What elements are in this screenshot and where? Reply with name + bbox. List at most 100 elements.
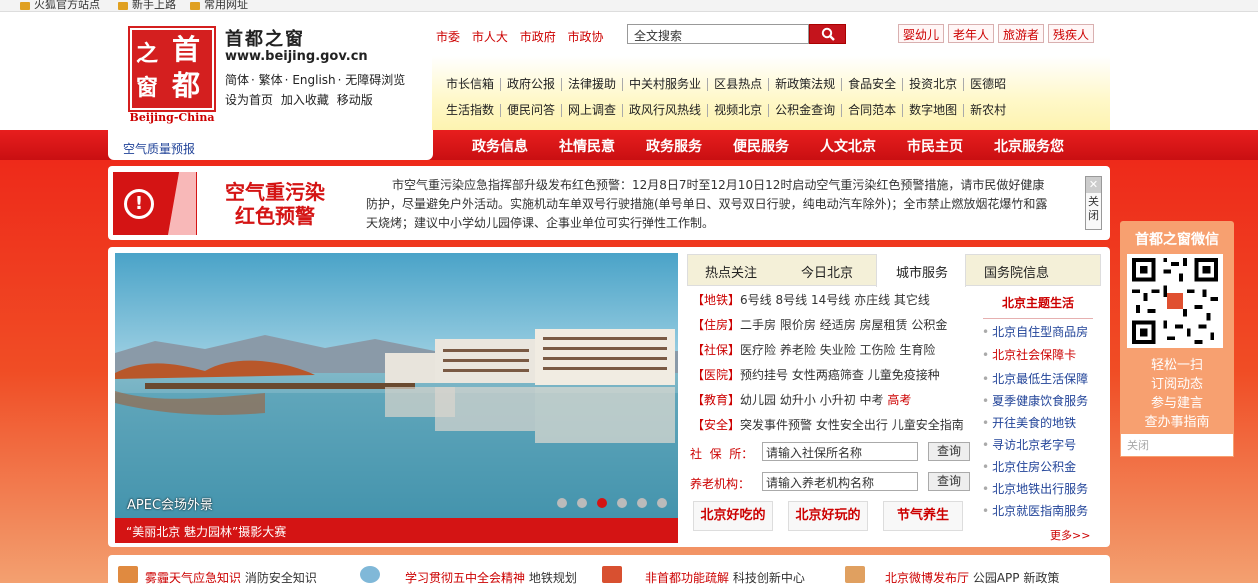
slide-dot-active[interactable] [597,498,607,508]
tab-city-services[interactable]: 城市服务 [896,262,948,281]
pill-food[interactable]: 北京好吃的 [693,501,773,531]
lang-simplified[interactable]: 简体 [225,73,249,87]
slide-dot[interactable] [617,498,627,508]
category-link[interactable]: 预约挂号 [740,368,788,382]
pill-fun[interactable]: 北京好玩的 [788,501,868,531]
bookmark-item[interactable]: 常用网址 [204,0,248,12]
quick-link[interactable]: 投资北京 [903,78,965,91]
lang-traditional[interactable]: 繁体 [259,73,283,87]
theme-item[interactable]: • 北京就医指南服务 [982,502,1088,519]
slide-dot[interactable] [577,498,587,508]
audience-infant[interactable]: 婴幼儿 [898,24,945,43]
category-link[interactable]: 其它线 [894,293,930,307]
search-input[interactable]: 全文搜索 [627,24,809,44]
mobile-version-link[interactable]: 移动版 [337,93,373,107]
category-link[interactable]: 小升初 [820,393,856,407]
air-quality-link[interactable]: 空气质量预报 [123,140,195,157]
category-link[interactable]: 突发事件预警 [740,418,812,432]
category-link[interactable]: 房屋租赁 [860,318,908,332]
quick-link[interactable]: 政府公报 [501,78,563,91]
theme-link[interactable]: 北京就医指南服务 [992,504,1088,518]
category-link[interactable]: 养老险 [780,343,816,357]
add-favorite-link[interactable]: 加入收藏 [281,93,329,107]
quick-link[interactable]: 新政策法规 [769,78,843,91]
category-link[interactable]: 亦庄线 [854,293,890,307]
category-link[interactable]: 医疗险 [740,343,776,357]
category-link[interactable]: 经适房 [820,318,856,332]
category-link[interactable]: 6号线 [740,293,772,307]
theme-item[interactable]: • 开往美食的地铁 [982,414,1076,431]
nav-sheqing-minyi[interactable]: 社情民意 [559,139,615,155]
quick-link[interactable]: 新农村 [964,104,1012,117]
theme-item[interactable]: • 寻访北京老字号 [982,436,1076,453]
quick-link[interactable]: 合同范本 [842,104,904,117]
lang-english[interactable]: English [292,73,335,87]
category-link[interactable]: 儿童免疫接种 [868,368,940,382]
set-homepage-link[interactable]: 设为首页 [225,93,273,107]
quick-link[interactable]: 生活指数 [444,104,502,117]
category-link[interactable]: 中考 [860,393,884,407]
shebao-query-button[interactable]: 查询 [928,442,970,461]
alert-close-button[interactable]: ✕ 关闭 [1085,176,1102,230]
category-link[interactable]: 幼儿园 [740,393,776,407]
nav-bianmin-fuwu[interactable]: 便民服务 [733,139,789,155]
audience-elderly[interactable]: 老年人 [948,24,995,43]
quick-link[interactable]: 便民问答 [501,104,563,117]
quick-link[interactable]: 网上调查 [562,104,624,117]
quick-link[interactable]: 数字地图 [903,104,965,117]
category-link[interactable]: 失业险 [820,343,856,357]
category-link[interactable]: 高考 [887,393,911,407]
wechat-close-button[interactable]: 关闭 [1120,433,1234,457]
theme-item[interactable]: • 北京地铁出行服务 [982,480,1088,497]
quick-link[interactable]: 食品安全 [842,78,904,91]
nav-shizhengxie[interactable]: 市政协 [568,30,604,44]
yanglao-query-button[interactable]: 查询 [928,472,970,491]
category-link[interactable]: 公积金 [911,318,947,332]
nav-renwen-beijing[interactable]: 人文北京 [820,139,876,155]
theme-item[interactable]: • 北京最低生活保障 [982,370,1088,387]
quick-link[interactable]: 医德昭 [964,78,1012,91]
theme-link[interactable]: 夏季健康饮食服务 [992,394,1088,408]
theme-link[interactable]: 北京住房公积金 [992,460,1076,474]
category-link[interactable]: 工伤险 [860,343,896,357]
theme-item[interactable]: • 夏季健康饮食服务 [982,392,1088,409]
nav-zhengwu-xinxi[interactable]: 政务信息 [472,139,528,155]
nav-shimin-zhuye[interactable]: 市民主页 [907,139,963,155]
theme-item[interactable]: • 北京社会保障卡 [982,346,1076,363]
theme-item[interactable]: • 北京自住型商品房 [982,323,1088,340]
quick-link[interactable]: 市长信箱 [444,78,502,91]
quick-link[interactable]: 政风行风热线 [623,104,709,117]
theme-link[interactable]: 北京地铁出行服务 [992,482,1088,496]
audience-disabled[interactable]: 残疾人 [1048,24,1095,43]
nav-shiwei[interactable]: 市委 [436,30,460,44]
quick-link[interactable]: 中关村服务业 [623,78,709,91]
theme-link[interactable]: 北京自住型商品房 [992,325,1088,339]
nav-zhengwu-fuwu[interactable]: 政务服务 [646,139,702,155]
tab-hot-topics[interactable]: 热点关注 [705,262,757,281]
bookmark-item[interactable]: 火狐官方站点 [34,0,100,12]
theme-link[interactable]: 开往美食的地铁 [992,416,1076,430]
theme-link[interactable]: 北京最低生活保障 [992,372,1088,386]
nav-beijing-fuwu[interactable]: 北京服务您 [994,139,1064,155]
theme-link[interactable]: 寻访北京老字号 [992,438,1076,452]
category-link[interactable]: 女性两癌筛查 [792,368,864,382]
slide-title-link[interactable]: “美丽北京 魅力园林”摄影大赛 [115,518,678,543]
audience-tourist[interactable]: 旅游者 [998,24,1045,43]
nav-shirenda[interactable]: 市人大 [472,30,508,44]
site-logo[interactable]: 之 首 窗 都 [128,26,216,112]
slide-dot[interactable] [557,498,567,508]
tab-today-beijing[interactable]: 今日北京 [801,262,853,281]
more-link[interactable]: 更多>> [1050,527,1090,543]
pill-health[interactable]: 节气养生 [883,501,963,531]
yanglao-input[interactable]: 请输入养老机构名称 [762,472,918,491]
quick-link[interactable]: 公积金查询 [769,104,843,117]
slide-dot[interactable] [657,498,667,508]
category-link[interactable]: 14号线 [811,293,850,307]
bookmark-item[interactable]: 新手上路 [132,0,176,12]
quick-link[interactable]: 区县热点 [708,78,770,91]
theme-item[interactable]: • 北京住房公积金 [982,458,1076,475]
theme-link[interactable]: 北京社会保障卡 [992,348,1076,362]
tab-state-council[interactable]: 国务院信息 [984,262,1049,281]
slide-dot[interactable] [637,498,647,508]
slideshow-image[interactable] [115,253,678,518]
